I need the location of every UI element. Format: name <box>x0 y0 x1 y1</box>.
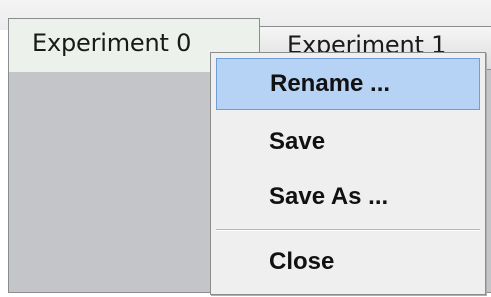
menu-separator <box>216 229 480 231</box>
experiment-window: Experiment 1 Experiment 0 Rename ... Sav… <box>0 0 491 297</box>
menu-item-save-as[interactable]: Save As ... <box>216 171 480 223</box>
menu-item-rename[interactable]: Rename ... <box>216 58 480 110</box>
menu-item-close[interactable]: Close <box>216 236 480 288</box>
tab-context-menu: Rename ... Save Save As ... Close <box>210 52 486 295</box>
tab-label: Experiment 0 <box>32 29 192 57</box>
menu-item-save[interactable]: Save <box>216 116 480 168</box>
